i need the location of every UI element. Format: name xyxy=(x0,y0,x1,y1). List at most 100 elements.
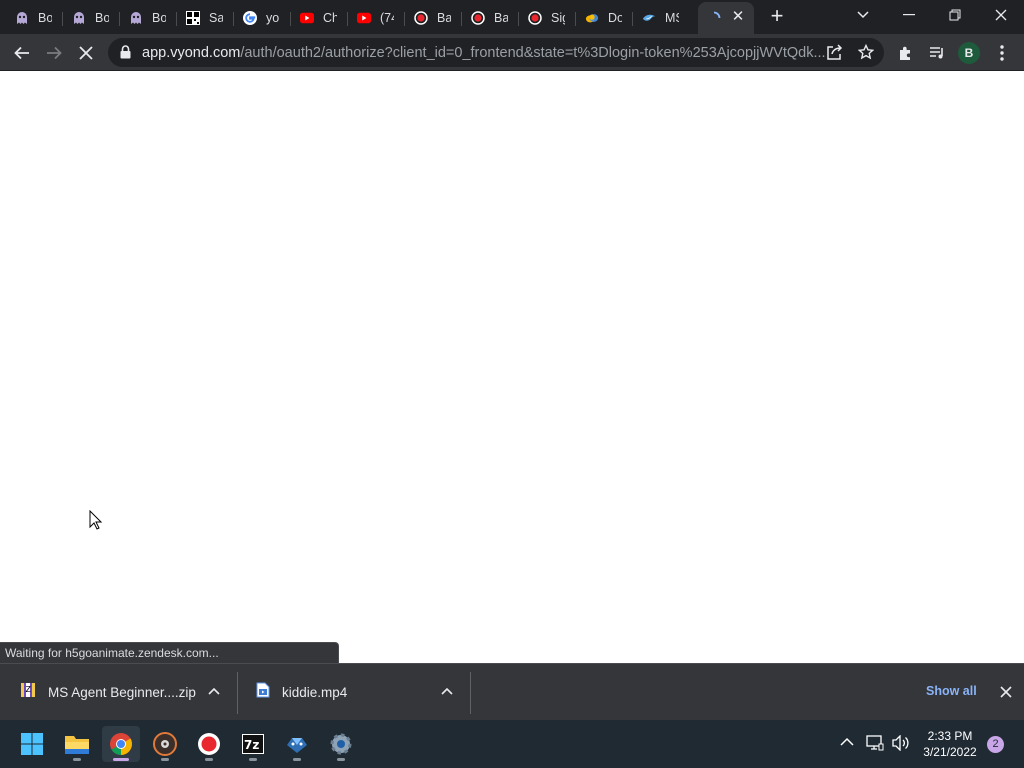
taskbar-file-explorer[interactable] xyxy=(58,726,96,762)
tab-4[interactable]: Sam xyxy=(177,4,234,32)
tab-3[interactable]: Boo xyxy=(120,4,177,32)
record-icon xyxy=(414,11,428,25)
tab-strip: Boo Boo Boo Sam you Cha xyxy=(0,0,1024,34)
recorder-icon xyxy=(198,733,220,755)
chevron-up-icon[interactable] xyxy=(439,684,455,700)
tab-8[interactable]: Bar xyxy=(405,4,462,32)
share-icon[interactable] xyxy=(826,44,843,66)
loading-spinner-icon xyxy=(707,11,721,25)
minimize-button[interactable] xyxy=(886,0,932,30)
more-vert-icon xyxy=(1000,45,1004,61)
mouse-cursor-icon xyxy=(89,510,103,530)
ghost-icon xyxy=(72,11,86,25)
playlist-icon xyxy=(930,47,943,59)
tab-10[interactable]: Sig xyxy=(519,4,576,32)
stop-loading-button[interactable] xyxy=(72,39,100,67)
close-icon[interactable] xyxy=(998,684,1014,700)
new-tab-button[interactable]: + xyxy=(766,5,788,28)
tab-12[interactable]: MS xyxy=(633,4,690,32)
tab-2[interactable]: Boo xyxy=(63,4,120,32)
tab-title: Bar xyxy=(437,11,451,25)
back-button[interactable] xyxy=(8,39,36,67)
taskbar-settings[interactable] xyxy=(322,726,360,762)
tab-search-button[interactable] xyxy=(840,0,886,30)
url-text: app.vyond.com/auth/oauth2/authorize?clie… xyxy=(142,45,826,61)
show-all-downloads-link[interactable]: Show all xyxy=(926,684,977,698)
tab-11[interactable]: Dot xyxy=(576,4,633,32)
tab-title: MS xyxy=(665,11,679,25)
tab-title: Boo xyxy=(95,11,109,25)
url-host: app.vyond.com xyxy=(142,45,241,61)
taskbar-recorder[interactable] xyxy=(190,726,228,762)
tab-1[interactable]: Boo xyxy=(6,4,63,32)
google-icon xyxy=(243,11,257,25)
profile-avatar[interactable]: B xyxy=(958,42,980,64)
puzzle-icon xyxy=(900,46,910,60)
ghost-icon xyxy=(129,11,143,25)
address-bar[interactable]: app.vyond.com/auth/oauth2/authorize?clie… xyxy=(108,38,884,67)
taskbar-7zip[interactable]: 7z xyxy=(234,726,272,762)
browser-toolbar: app.vyond.com/auth/oauth2/authorize?clie… xyxy=(0,34,1024,71)
qr-icon xyxy=(186,11,200,25)
close-icon xyxy=(79,46,93,60)
extensions-button[interactable] xyxy=(892,39,920,67)
notification-badge[interactable]: 2 xyxy=(987,736,1004,753)
chevron-up-icon[interactable] xyxy=(840,737,854,747)
back-arrow-icon xyxy=(14,46,29,60)
bookmark-star-icon[interactable] xyxy=(857,43,875,65)
tab-title: you xyxy=(266,11,280,25)
forward-button[interactable] xyxy=(40,39,68,67)
media-player-icon xyxy=(153,732,177,756)
tab-5[interactable]: you xyxy=(234,4,291,32)
restore-button[interactable] xyxy=(932,0,978,30)
app-icon xyxy=(287,738,307,753)
start-button[interactable] xyxy=(13,726,51,762)
tab-title: Dot xyxy=(608,11,622,25)
download-item[interactable]: kiddie.mp4 xyxy=(256,664,468,721)
tab-title: Cha xyxy=(323,11,337,25)
forward-arrow-icon xyxy=(47,46,62,60)
restore-icon xyxy=(949,9,961,21)
lock-icon xyxy=(120,45,131,64)
tab-title: (74 xyxy=(380,11,394,25)
taskbar-chrome[interactable] xyxy=(102,726,140,762)
tab-7[interactable]: (74 xyxy=(348,4,405,32)
system-clock[interactable]: 2:33 PM 3/21/2022 xyxy=(918,728,982,760)
download-item[interactable]: Z MS Agent Beginner....zip xyxy=(20,664,236,721)
7zip-icon: 7z xyxy=(242,734,264,754)
windows-taskbar: 7z 2:33 PM 3/21/2022 xyxy=(0,720,1024,768)
network-icon[interactable] xyxy=(866,735,884,751)
page-content xyxy=(0,71,1024,663)
volume-icon[interactable] xyxy=(892,735,910,751)
windows-start-icon xyxy=(21,733,43,755)
winrar-archive-icon: Z xyxy=(20,682,36,703)
close-window-button[interactable] xyxy=(978,0,1024,30)
chrome-icon xyxy=(110,733,132,755)
youtube-icon xyxy=(357,11,371,25)
menu-button[interactable] xyxy=(988,39,1016,67)
svg-text:7z: 7z xyxy=(244,738,259,752)
tab-title: Bar xyxy=(494,11,508,25)
download-shelf: Z MS Agent Beginner....zip kiddie.mp4 Sh… xyxy=(0,663,1024,720)
clock-date: 3/21/2022 xyxy=(923,745,977,759)
record-icon xyxy=(471,11,485,25)
clock-time: 2:33 PM xyxy=(927,729,973,743)
youtube-icon xyxy=(300,11,314,25)
close-icon xyxy=(995,9,1007,21)
ghost-icon xyxy=(15,11,29,25)
media-control-button[interactable] xyxy=(923,39,951,67)
minimize-icon xyxy=(903,14,915,16)
record-icon xyxy=(528,11,542,25)
chevron-up-icon[interactable] xyxy=(206,684,222,700)
active-tab[interactable]: ✕ xyxy=(698,2,754,34)
url-path: /auth/oauth2/authorize?client_id=0_front… xyxy=(240,45,826,61)
taskbar-media-player[interactable] xyxy=(146,726,184,762)
close-tab-button[interactable]: ✕ xyxy=(730,9,746,25)
chevron-down-icon xyxy=(857,11,869,19)
tab-title: Boo xyxy=(152,11,166,25)
download-filename: MS Agent Beginner....zip xyxy=(48,685,196,700)
tab-title: Sam xyxy=(209,11,223,25)
taskbar-app[interactable] xyxy=(278,726,316,762)
tab-6[interactable]: Cha xyxy=(291,4,348,32)
tab-9[interactable]: Bar xyxy=(462,4,519,32)
